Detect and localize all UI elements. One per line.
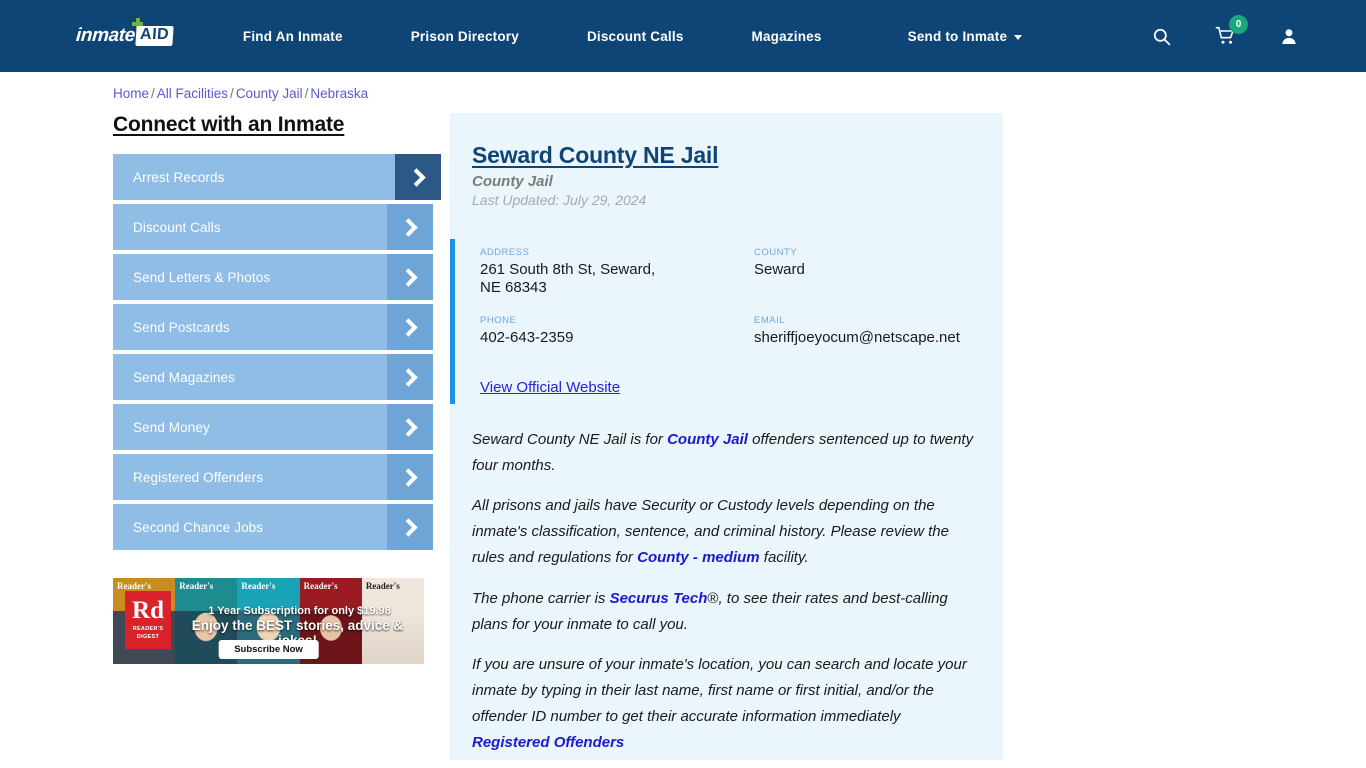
paragraph-2: All prisons and jails have Security or C… bbox=[472, 493, 981, 570]
facility-info-grid: ADDRESS 261 South 8th St, Seward, NE 683… bbox=[480, 247, 1003, 347]
rd-logo-subtitle: READER'S DIGEST bbox=[132, 626, 164, 640]
p1-highlight-county-jail[interactable]: County Jail bbox=[667, 431, 748, 448]
ad-cover-title: Reader's bbox=[117, 581, 151, 591]
p3-text-a: The phone carrier is bbox=[472, 589, 610, 607]
sidebar-item-registered-offenders[interactable]: Registered Offenders bbox=[113, 454, 433, 500]
nav-dropdown-send-to-inmate[interactable]: Send to Inmate bbox=[908, 29, 1023, 44]
site-logo[interactable]: inmate AID bbox=[75, 18, 174, 50]
readers-digest-logo: Rd READER'S DIGEST bbox=[125, 591, 171, 649]
chevron-down-icon bbox=[1014, 34, 1023, 40]
sidebar-item-label: Send Money bbox=[133, 419, 210, 435]
nav-item-discount-calls[interactable]: Discount Calls bbox=[553, 29, 718, 44]
ad-cover-title: Reader's bbox=[365, 581, 400, 591]
facility-last-updated: Last Updated: July 29, 2024 bbox=[472, 192, 647, 208]
county-value: Seward bbox=[754, 261, 805, 278]
facility-field-county: COUNTY Seward bbox=[754, 247, 985, 298]
logo-wordmark: inmate bbox=[75, 25, 136, 46]
chevron-right-icon bbox=[387, 404, 433, 450]
nav-dropdown-label: Send to Inmate bbox=[907, 28, 1008, 44]
phone-value: 402-643-2359 bbox=[480, 328, 574, 346]
chevron-right-icon bbox=[387, 504, 433, 550]
breadcrumb-item-home[interactable]: Home bbox=[113, 86, 149, 101]
nav-item-find-an-inmate[interactable]: Find An Inmate bbox=[243, 29, 377, 44]
sidebar-item-label: Send Magazines bbox=[133, 369, 235, 385]
email-value: sheriffjoeyocum@netscape.net bbox=[754, 328, 960, 346]
chevron-right-icon bbox=[387, 304, 433, 350]
sidebar-item-arrest-records[interactable]: Arrest Records bbox=[113, 154, 441, 200]
view-official-website-link[interactable]: View Official Website bbox=[480, 379, 620, 396]
shopping-cart-icon[interactable]: 0 bbox=[1215, 15, 1248, 46]
cart-count-badge: 0 bbox=[1229, 15, 1248, 34]
sidebar-item-label: Registered Offenders bbox=[133, 469, 264, 485]
breadcrumb: Home / All Facilities / County Jail / Nebraska bbox=[113, 86, 368, 101]
chevron-right-icon bbox=[387, 454, 433, 500]
sidebar-item-second-chance-jobs[interactable]: Second Chance Jobs bbox=[113, 504, 433, 550]
facility-name-heading[interactable]: Seward County NE Jail bbox=[472, 142, 1003, 169]
subscribe-now-button[interactable]: Subscribe Now bbox=[218, 640, 319, 659]
main-navigation: Find An Inmate Prison Directory Discount… bbox=[243, 29, 856, 44]
sidebar-item-label: Arrest Records bbox=[133, 169, 225, 185]
chevron-right-icon bbox=[387, 204, 433, 250]
facility-field-phone: PHONE 402-643-2359 bbox=[480, 315, 754, 347]
ad-headline-primary: 1 Year Subscription for only $19.98 bbox=[208, 605, 391, 617]
chevron-right-icon bbox=[387, 354, 433, 400]
registered-trademark-symbol: ® bbox=[707, 589, 719, 607]
nav-item-prison-directory[interactable]: Prison Directory bbox=[377, 29, 553, 44]
county-label: COUNTY bbox=[754, 247, 798, 258]
search-icon[interactable] bbox=[1152, 27, 1171, 46]
sidebar-title[interactable]: Connect with an Inmate bbox=[113, 113, 433, 137]
sidebar-item-send-postcards[interactable]: Send Postcards bbox=[113, 304, 433, 350]
address-value: 261 South 8th St, Seward, NE 68343 bbox=[480, 261, 656, 297]
logo-aid-badge: AID bbox=[135, 26, 174, 46]
p3-highlight-securus-tech[interactable]: Securus Tech bbox=[610, 590, 708, 607]
sidebar: Connect with an Inmate Arrest Records Di… bbox=[113, 113, 441, 554]
p2-text-b: facility. bbox=[759, 549, 809, 567]
breadcrumb-item-county-jail[interactable]: County Jail bbox=[236, 86, 303, 101]
accent-bar bbox=[450, 239, 455, 404]
phone-label: PHONE bbox=[480, 314, 517, 326]
breadcrumb-separator: / bbox=[151, 86, 155, 101]
facility-type-subtitle: County Jail bbox=[472, 173, 553, 190]
facility-field-email: EMAIL sheriffjoeyocum@netscape.net bbox=[754, 315, 985, 347]
sidebar-item-label: Discount Calls bbox=[133, 219, 221, 235]
sidebar-item-discount-calls[interactable]: Discount Calls bbox=[113, 204, 433, 250]
sidebar-item-label: Second Chance Jobs bbox=[133, 519, 264, 535]
paragraph-4: If you are unsure of your inmate's locat… bbox=[472, 652, 981, 755]
p4-highlight-registered-offenders[interactable]: Registered Offenders bbox=[472, 734, 624, 751]
sidebar-item-send-money[interactable]: Send Money bbox=[113, 404, 433, 450]
breadcrumb-separator: / bbox=[304, 86, 309, 101]
advertisement-banner[interactable]: Reader's Reader's Reader's Reader's Read… bbox=[113, 578, 424, 664]
facility-info-block: ADDRESS 261 South 8th St, Seward, NE 683… bbox=[450, 239, 1003, 404]
facility-detail-panel: Seward County NE Jail County Jail Last U… bbox=[450, 113, 1003, 760]
ad-cover-title: Reader's bbox=[179, 581, 214, 591]
user-account-icon[interactable] bbox=[1280, 27, 1298, 46]
email-label: EMAIL bbox=[754, 314, 786, 326]
breadcrumb-item-nebraska[interactable]: Nebraska bbox=[310, 86, 368, 101]
sidebar-item-send-letters-photos[interactable]: Send Letters & Photos bbox=[113, 254, 433, 300]
chevron-right-icon bbox=[395, 154, 441, 200]
rd-monogram: Rd bbox=[132, 597, 164, 625]
sidebar-item-label: Send Postcards bbox=[133, 319, 230, 335]
breadcrumb-separator: / bbox=[230, 86, 234, 101]
paragraph-1: Seward County NE Jail is for County Jail… bbox=[472, 427, 981, 479]
p4-text-a: If you are unsure of your inmate's locat… bbox=[472, 656, 967, 726]
sidebar-item-label: Send Letters & Photos bbox=[133, 269, 271, 285]
site-header: inmate AID Find An Inmate Prison Directo… bbox=[0, 0, 1366, 72]
facility-description: Seward County NE Jail is for County Jail… bbox=[472, 427, 981, 756]
header-icon-group: 0 bbox=[1152, 0, 1298, 72]
ad-cover-title: Reader's bbox=[241, 581, 276, 591]
ad-cover-title: Reader's bbox=[303, 581, 338, 591]
breadcrumb-item-all-facilities[interactable]: All Facilities bbox=[157, 86, 228, 101]
chevron-right-icon bbox=[387, 254, 433, 300]
p2-highlight-county-medium[interactable]: County - medium bbox=[637, 549, 760, 566]
address-label: ADDRESS bbox=[480, 247, 530, 258]
facility-field-address: ADDRESS 261 South 8th St, Seward, NE 683… bbox=[480, 247, 754, 298]
nav-item-magazines[interactable]: Magazines bbox=[718, 29, 856, 44]
p1-text-a: Seward County NE Jail is for bbox=[472, 430, 668, 448]
paragraph-3: The phone carrier is Securus Tech®, to s… bbox=[472, 586, 981, 638]
sidebar-item-send-magazines[interactable]: Send Magazines bbox=[113, 354, 433, 400]
